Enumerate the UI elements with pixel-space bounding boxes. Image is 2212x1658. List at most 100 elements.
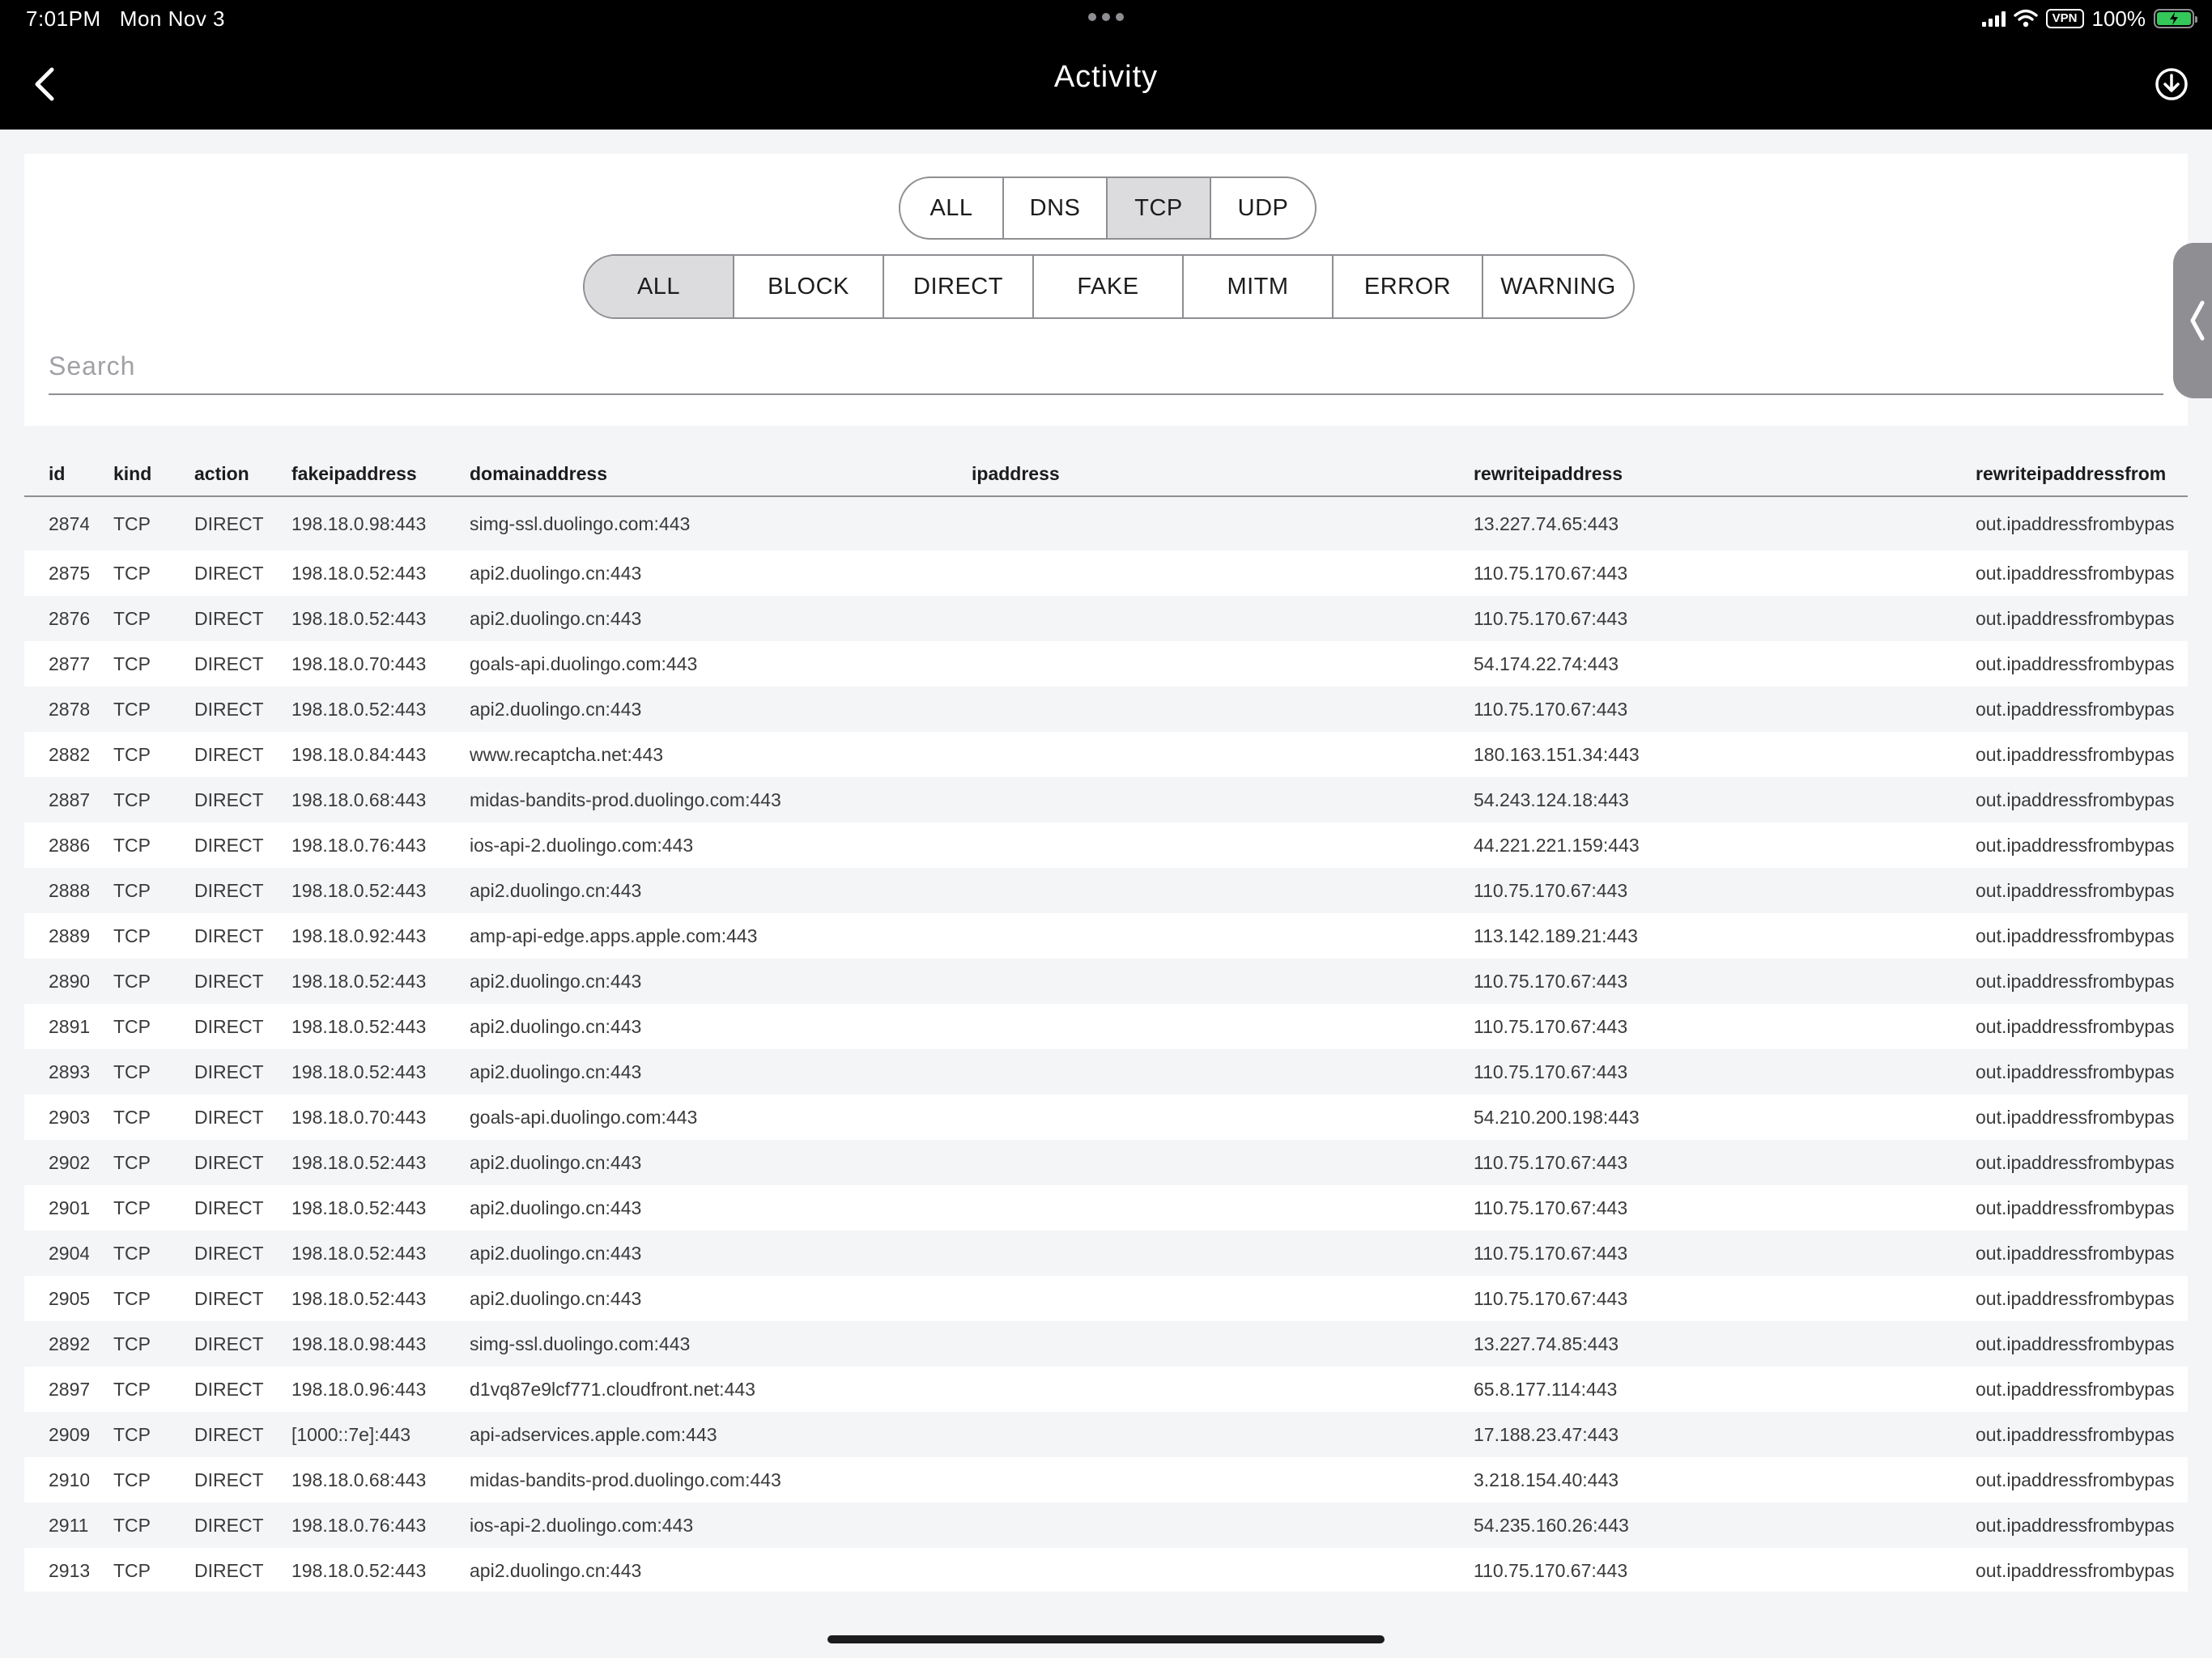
- table-row[interactable]: 2909 TCP DIRECT [1000::7e]:443 api-adservice…: [24, 1412, 2188, 1457]
- table-row[interactable]: 2875 TCP DIRECT 198.18.0.52:443 api2.duoling…: [24, 551, 2188, 596]
- top-bar: 7:01PM Mon Nov 3 VPN 100% Activity: [0, 0, 2212, 130]
- cell-action: DIRECT: [170, 1049, 267, 1095]
- cell-rewriteipaddress: 110.75.170.67:443: [1449, 1140, 1951, 1185]
- cell-kind: TCP: [89, 1276, 170, 1321]
- cell-kind: TCP: [89, 1548, 170, 1592]
- action-filter-all[interactable]: ALL: [585, 256, 734, 317]
- cell-rewriteipaddressfrom: out.ipaddressfrombypas: [1951, 641, 2188, 687]
- cell-domainaddress: goals-api.duolingo.com:443: [445, 641, 947, 687]
- cell-rewriteipaddressfrom: out.ipaddressfrombypas: [1951, 1185, 2188, 1231]
- table-row[interactable]: 2878 TCP DIRECT 198.18.0.52:443 api2.duoling…: [24, 687, 2188, 732]
- cell-rewriteipaddressfrom: out.ipaddressfrombypas: [1951, 1095, 2188, 1140]
- column-header-domainaddress[interactable]: domainaddress: [445, 452, 947, 497]
- cell-rewriteipaddress: 180.163.151.34:443: [1449, 732, 1951, 777]
- cell-fakeipaddress: 198.18.0.84:443: [267, 732, 445, 777]
- table-row[interactable]: 2901 TCP DIRECT 198.18.0.52:443 api2.duoling…: [24, 1185, 2188, 1231]
- cell-action: DIRECT: [170, 687, 267, 732]
- table-row[interactable]: 2897 TCP DIRECT 198.18.0.96:443 d1vq87e9lcf7…: [24, 1367, 2188, 1412]
- cell-rewriteipaddressfrom: out.ipaddressfrombypas: [1951, 1049, 2188, 1095]
- cell-fakeipaddress: 198.18.0.70:443: [267, 1095, 445, 1140]
- battery-icon: [2154, 9, 2197, 28]
- action-filter-direct[interactable]: DIRECT: [884, 256, 1034, 317]
- table-row[interactable]: 2905 TCP DIRECT 198.18.0.52:443 api2.duoling…: [24, 1276, 2188, 1321]
- table-row[interactable]: 2902 TCP DIRECT 198.18.0.52:443 api2.duoling…: [24, 1140, 2188, 1185]
- cell-id: 2882: [24, 732, 89, 777]
- column-header-rewriteipaddress[interactable]: rewriteipaddress: [1449, 452, 1951, 497]
- table-row[interactable]: 2886 TCP DIRECT 198.18.0.76:443 ios-api-2.du…: [24, 823, 2188, 868]
- cell-ipaddress: [947, 1095, 1449, 1140]
- table-row[interactable]: 2903 TCP DIRECT 198.18.0.70:443 goals-api.du…: [24, 1095, 2188, 1140]
- table-row[interactable]: 2888 TCP DIRECT 198.18.0.52:443 api2.duoling…: [24, 868, 2188, 913]
- column-header-action[interactable]: action: [170, 452, 267, 497]
- action-filter-block[interactable]: BLOCK: [734, 256, 884, 317]
- cell-id: 2905: [24, 1276, 89, 1321]
- cell-id: 2902: [24, 1140, 89, 1185]
- cell-ipaddress: [947, 687, 1449, 732]
- table-row[interactable]: 2910 TCP DIRECT 198.18.0.68:443 midas-bandit…: [24, 1457, 2188, 1503]
- filter-panel: ALL DNS TCP UDP ALL BLOCK DIRECT FAKE MI…: [24, 154, 2188, 426]
- table-row[interactable]: 2913 TCP DIRECT 198.18.0.52:443 api2.duoling…: [24, 1548, 2188, 1592]
- column-header-fakeipaddress[interactable]: fakeipaddress: [267, 452, 445, 497]
- multitasking-dots-icon[interactable]: [1088, 13, 1124, 21]
- cell-id: 2889: [24, 913, 89, 959]
- protocol-filter-tcp[interactable]: TCP: [1108, 178, 1211, 238]
- cell-ipaddress: [947, 1185, 1449, 1231]
- cell-kind: TCP: [89, 868, 170, 913]
- cell-rewriteipaddress: 110.75.170.67:443: [1449, 1185, 1951, 1231]
- cell-ipaddress: [947, 1276, 1449, 1321]
- action-filter-fake[interactable]: FAKE: [1034, 256, 1184, 317]
- cell-action: DIRECT: [170, 959, 267, 1004]
- cell-rewriteipaddressfrom: out.ipaddressfrombypas: [1951, 496, 2188, 551]
- cell-action: DIRECT: [170, 551, 267, 596]
- column-header-ipaddress[interactable]: ipaddress: [947, 452, 1449, 497]
- table-row[interactable]: 2889 TCP DIRECT 198.18.0.92:443 amp-api-edge…: [24, 913, 2188, 959]
- cell-fakeipaddress: 198.18.0.52:443: [267, 596, 445, 641]
- table-row[interactable]: 2911 TCP DIRECT 198.18.0.76:443 ios-api-2.du…: [24, 1503, 2188, 1548]
- cell-domainaddress: api2.duolingo.cn:443: [445, 1276, 947, 1321]
- cell-action: DIRECT: [170, 496, 267, 551]
- cell-action: DIRECT: [170, 1457, 267, 1503]
- table-row[interactable]: 2904 TCP DIRECT 198.18.0.52:443 api2.duoling…: [24, 1231, 2188, 1276]
- table-row[interactable]: 2892 TCP DIRECT 198.18.0.98:443 simg-ssl.duo…: [24, 1321, 2188, 1367]
- table-row[interactable]: 2882 TCP DIRECT 198.18.0.84:443 www.recaptch…: [24, 732, 2188, 777]
- table-row[interactable]: 2877 TCP DIRECT 198.18.0.70:443 goals-api.du…: [24, 641, 2188, 687]
- cell-kind: TCP: [89, 1457, 170, 1503]
- table-row[interactable]: 2890 TCP DIRECT 198.18.0.52:443 api2.duoling…: [24, 959, 2188, 1004]
- cell-action: DIRECT: [170, 1412, 267, 1457]
- home-indicator[interactable]: [827, 1635, 1385, 1643]
- cell-rewriteipaddressfrom: out.ipaddressfrombypas: [1951, 1231, 2188, 1276]
- cell-fakeipaddress: 198.18.0.52:443: [267, 1276, 445, 1321]
- side-drawer-handle[interactable]: [2173, 243, 2212, 398]
- cell-id: 2891: [24, 1004, 89, 1049]
- page-title: Activity: [1053, 60, 1159, 94]
- cell-domainaddress: api-adservices.apple.com:443: [445, 1412, 947, 1457]
- column-header-kind[interactable]: kind: [89, 452, 170, 497]
- cell-fakeipaddress: 198.18.0.70:443: [267, 641, 445, 687]
- search-input[interactable]: [49, 338, 2163, 395]
- cell-rewriteipaddress: 3.218.154.40:443: [1449, 1457, 1951, 1503]
- cell-kind: TCP: [89, 1049, 170, 1095]
- action-filter-error[interactable]: ERROR: [1334, 256, 1483, 317]
- cell-domainaddress: ios-api-2.duolingo.com:443: [445, 823, 947, 868]
- column-header-rewriteipaddressfrom[interactable]: rewriteipaddressfrom: [1951, 452, 2188, 497]
- protocol-filter-udp[interactable]: UDP: [1211, 178, 1315, 238]
- table-row[interactable]: 2874 TCP DIRECT 198.18.0.98:443 simg-ssl.duo…: [24, 496, 2188, 551]
- table-row[interactable]: 2893 TCP DIRECT 198.18.0.52:443 api2.duoling…: [24, 1049, 2188, 1095]
- cell-rewriteipaddress: 17.188.23.47:443: [1449, 1412, 1951, 1457]
- cell-rewriteipaddress: 110.75.170.67:443: [1449, 1049, 1951, 1095]
- table-row[interactable]: 2887 TCP DIRECT 198.18.0.68:443 midas-bandit…: [24, 777, 2188, 823]
- action-filter-mitm[interactable]: MITM: [1184, 256, 1334, 317]
- cell-ipaddress: [947, 732, 1449, 777]
- table-row[interactable]: 2876 TCP DIRECT 198.18.0.52:443 api2.duoling…: [24, 596, 2188, 641]
- cell-fakeipaddress: 198.18.0.52:443: [267, 551, 445, 596]
- action-filter-warning[interactable]: WARNING: [1483, 256, 1633, 317]
- cell-kind: TCP: [89, 641, 170, 687]
- cell-fakeipaddress: [1000::7e]:443: [267, 1412, 445, 1457]
- protocol-filter-dns[interactable]: DNS: [1004, 178, 1108, 238]
- cell-kind: TCP: [89, 1095, 170, 1140]
- download-circle-icon[interactable]: [2154, 66, 2189, 102]
- table-row[interactable]: 2891 TCP DIRECT 198.18.0.52:443 api2.duoling…: [24, 1004, 2188, 1049]
- protocol-filter-all[interactable]: ALL: [900, 178, 1004, 238]
- cell-fakeipaddress: 198.18.0.52:443: [267, 1185, 445, 1231]
- column-header-id[interactable]: id: [24, 452, 89, 497]
